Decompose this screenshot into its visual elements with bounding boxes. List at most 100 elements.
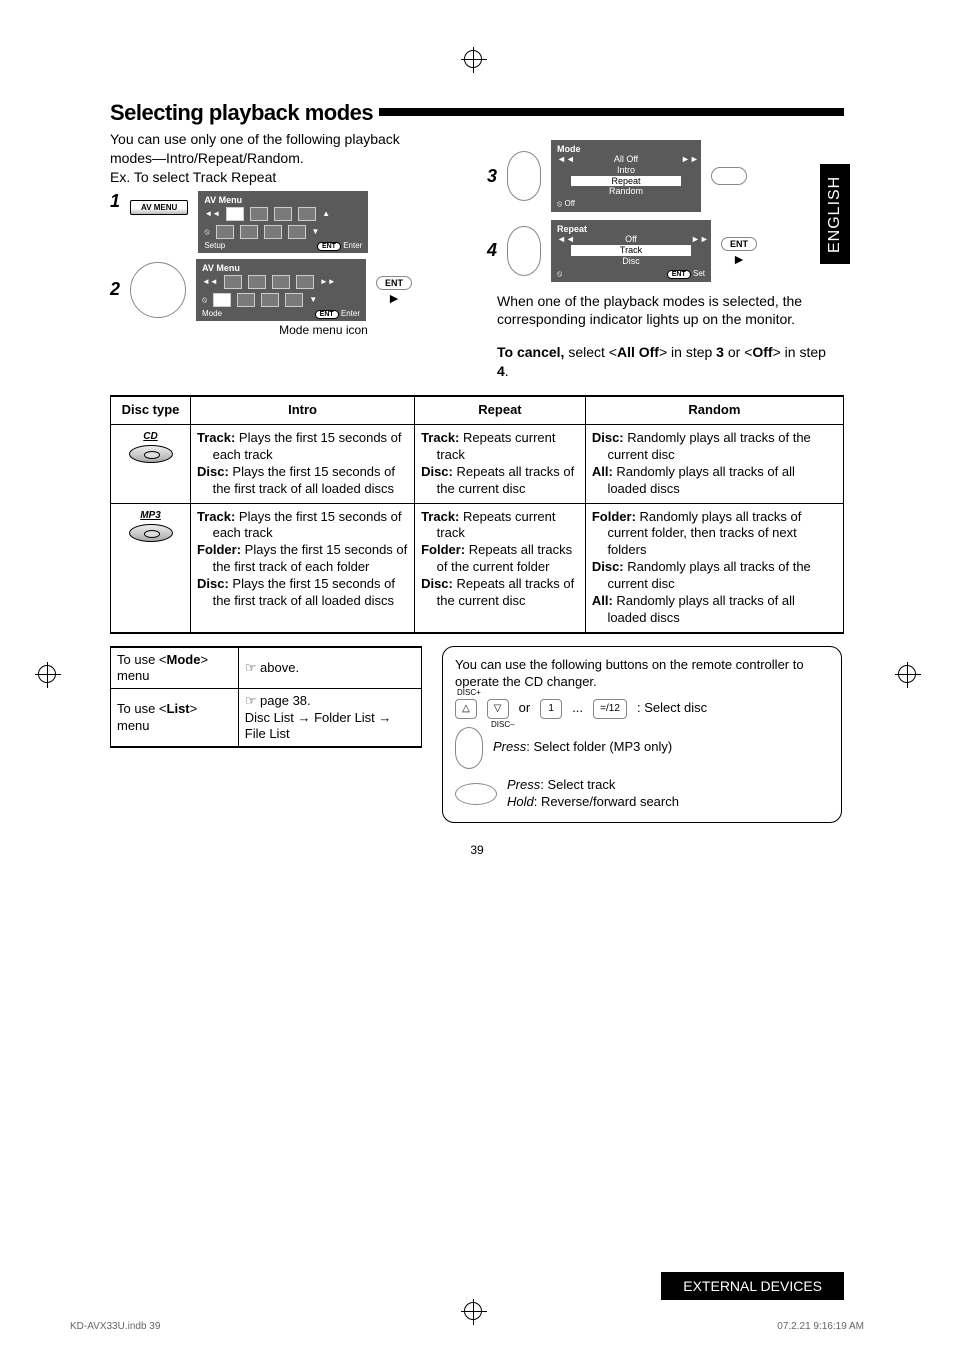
cell-intro: Track: Plays the first 15 seconds of eac… xyxy=(191,503,415,633)
reverse-forward-label: : Reverse/forward search xyxy=(534,794,679,809)
cell-random: Disc: Randomly plays all tracks of the c… xyxy=(585,425,843,504)
panel-bottom: Off xyxy=(564,199,575,208)
cell-left: To use <Mode> menu xyxy=(111,647,239,689)
menu-reference-table: To use <Mode> menu ☞ above. To use <List… xyxy=(110,646,422,748)
key-1[interactable]: 1 xyxy=(540,699,562,719)
press-label: Press xyxy=(507,777,540,792)
disc-icon xyxy=(129,445,173,463)
ent-pill: ENT xyxy=(315,310,339,319)
panel-foot-left: Setup xyxy=(204,241,225,251)
av-menu-panel: AV Menu ◄◄►► ⦸▼ ModeENT Enter xyxy=(196,259,366,321)
remote-lead: You can use the following buttons on the… xyxy=(455,657,829,691)
menu-icon xyxy=(298,207,316,221)
registration-mark-icon xyxy=(464,1302,482,1320)
menu-icon xyxy=(274,207,292,221)
menu-icon xyxy=(250,207,268,221)
ent-button[interactable]: ENT xyxy=(376,276,412,290)
mode-panel: Mode ◄◄ All Off Intro Repeat Random ►► ⦸… xyxy=(551,140,701,212)
disc-icon xyxy=(129,524,173,542)
th-random: Random xyxy=(585,396,843,424)
menu-icon xyxy=(237,293,255,307)
registration-mark-icon xyxy=(464,50,482,68)
panel-title: Repeat xyxy=(557,224,705,234)
play-icon: ► xyxy=(387,290,401,306)
cell-random: Folder: Randomly plays all tracks of cur… xyxy=(585,503,843,633)
page-title: Selecting playback modes xyxy=(110,100,373,126)
panel-foot-right: Enter xyxy=(341,309,360,318)
disc-down-button[interactable]: ▽ xyxy=(487,699,509,719)
title-bar xyxy=(379,108,844,116)
panel-item: Disc xyxy=(571,256,691,267)
menu-icon xyxy=(288,225,306,239)
print-crumb-right: 07.2.21 9:16:19 AM xyxy=(777,1321,864,1332)
playback-note: When one of the playback modes is select… xyxy=(487,292,844,330)
ent-control-icon[interactable] xyxy=(711,167,747,185)
menu-icon xyxy=(213,293,231,307)
section-footer: EXTERNAL DEVICES xyxy=(661,1272,844,1300)
disc-minus-label: DISC– xyxy=(491,721,515,729)
press-label: Press xyxy=(493,739,526,754)
repeat-panel: Repeat ◄◄ Off Track Disc ►► ⦸ENT Set xyxy=(551,220,711,281)
registration-mark-icon xyxy=(898,665,916,683)
or-text: or xyxy=(519,700,531,717)
updown-control-icon[interactable] xyxy=(455,727,483,769)
cell-left: To use <List> menu xyxy=(111,689,239,747)
cell-repeat: Track: Repeats current trackDisc: Repeat… xyxy=(415,425,586,504)
menu-icon xyxy=(264,225,282,239)
panel-item: Intro xyxy=(571,165,681,176)
disc-plus-label: DISC+ xyxy=(457,689,481,697)
disc-type-cell: MP3 xyxy=(111,503,191,633)
panel-item: Off xyxy=(571,234,691,245)
av-menu-button[interactable]: AV MENU xyxy=(130,200,188,215)
updown-control-icon[interactable] xyxy=(507,226,541,276)
panel-bottom: Set xyxy=(693,269,705,278)
panel-foot-left: Mode xyxy=(202,309,222,319)
table-row: To use <Mode> menu ☞ above. xyxy=(111,647,422,689)
panel-title: AV Menu xyxy=(204,195,362,205)
cell-repeat: Track: Repeats current trackFolder: Repe… xyxy=(415,503,586,633)
hold-label: Hold xyxy=(507,794,534,809)
select-folder-label: : Select folder (MP3 only) xyxy=(526,739,672,754)
wheel-control-icon[interactable] xyxy=(130,262,186,318)
cancel-note: To cancel, select <All Off> in step 3 or… xyxy=(487,343,844,381)
page-number: 39 xyxy=(110,843,844,857)
menu-icon xyxy=(261,293,279,307)
mode-caption: Mode menu icon xyxy=(180,323,467,337)
th-disc-type: Disc type xyxy=(111,396,191,424)
cell-right: ☞ page 38.Disc List → Folder List → File… xyxy=(238,689,421,747)
key-12[interactable]: =/12 xyxy=(593,699,627,719)
panel-item: All Off xyxy=(571,154,681,165)
th-repeat: Repeat xyxy=(415,396,586,424)
menu-icon xyxy=(285,293,303,307)
step-number: 4 xyxy=(487,240,497,261)
panel-foot-right: Enter xyxy=(343,241,362,250)
leftright-control-icon[interactable] xyxy=(455,783,497,805)
menu-icon xyxy=(226,207,244,221)
menu-icon xyxy=(248,275,266,289)
cell-intro: Track: Plays the first 15 seconds of eac… xyxy=(191,425,415,504)
table-row: MP3 Track: Plays the first 15 seconds of… xyxy=(111,503,844,633)
playback-modes-table: Disc type Intro Repeat Random CD Track: … xyxy=(110,395,844,634)
registration-mark-icon xyxy=(38,665,56,683)
menu-icon xyxy=(272,275,290,289)
menu-icon xyxy=(216,225,234,239)
table-row: To use <List> menu ☞ page 38.Disc List →… xyxy=(111,689,422,747)
menu-icon xyxy=(296,275,314,289)
menu-icon xyxy=(224,275,242,289)
cell-right: ☞ above. xyxy=(238,647,421,689)
panel-title: Mode xyxy=(557,144,695,154)
play-icon: ► xyxy=(732,251,746,267)
av-menu-panel: AV Menu ◄◄▲ ⦸▼ SetupENT Enter xyxy=(198,191,368,253)
panel-item-selected: Track xyxy=(571,245,691,256)
step-number: 1 xyxy=(110,191,120,212)
panel-item: Random xyxy=(571,186,681,197)
updown-control-icon[interactable] xyxy=(507,151,541,201)
ent-button[interactable]: ENT xyxy=(721,237,757,251)
ent-pill: ENT xyxy=(317,242,341,251)
print-crumb-left: KD-AVX33U.indb 39 xyxy=(70,1321,160,1332)
th-intro: Intro xyxy=(191,396,415,424)
ent-pill: ENT xyxy=(667,270,691,279)
disc-type-cell: CD xyxy=(111,425,191,504)
disc-up-button[interactable]: △ xyxy=(455,699,477,719)
intro-example: Ex. To select Track Repeat xyxy=(110,168,420,187)
